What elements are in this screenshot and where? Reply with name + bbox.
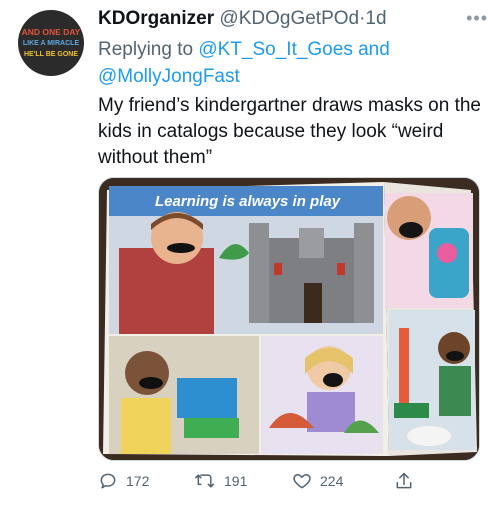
catalog-headline: Learning is always in play: [155, 193, 341, 210]
mention-link-1[interactable]: @KT_So_It_Goes: [198, 39, 352, 60]
replying-to: Replying to @KT_So_It_Goes and @MollyJon…: [98, 36, 458, 90]
avatar-text-line2: LIKE A MIRACLE: [22, 39, 80, 47]
reply-button[interactable]: 172: [98, 466, 149, 496]
replying-prefix: Replying to: [98, 39, 194, 60]
tweet-actions: 172 191 224: [98, 466, 478, 496]
user-handle[interactable]: @KDOgGetPOd: [219, 8, 359, 29]
avatar[interactable]: AND ONE DAY LIKE A MIRACLE HE'LL BE GONE: [18, 10, 84, 76]
like-icon: [293, 474, 311, 489]
tweet-photo[interactable]: Learning is always in play: [98, 177, 480, 461]
like-button[interactable]: 224: [292, 466, 343, 496]
tweet-text: My friend’s kindergartner draws masks on…: [98, 95, 481, 168]
like-count: 224: [320, 473, 344, 489]
avatar-text-line1: AND ONE DAY: [21, 26, 81, 37]
reply-count: 172: [126, 473, 150, 489]
display-name[interactable]: KDOrganizer: [98, 8, 214, 29]
reply-icon: [100, 473, 116, 489]
timestamp[interactable]: 1d: [365, 8, 386, 29]
mention-and: and: [358, 39, 390, 60]
retweet-icon: [195, 474, 215, 488]
retweet-count: 191: [224, 473, 248, 489]
retweet-button[interactable]: 191: [194, 466, 247, 496]
share-icon: [396, 472, 412, 489]
catalog-photo: Learning is always in play: [99, 178, 479, 460]
share-button[interactable]: [394, 466, 422, 496]
tweet-header: KDOrganizer @KDOgGetPOd·1d: [98, 8, 490, 34]
avatar-text-line3: HE'LL BE GONE: [23, 50, 79, 58]
more-icon[interactable]: •••: [466, 8, 488, 29]
mention-link-2[interactable]: @MollyJongFast: [98, 66, 240, 87]
